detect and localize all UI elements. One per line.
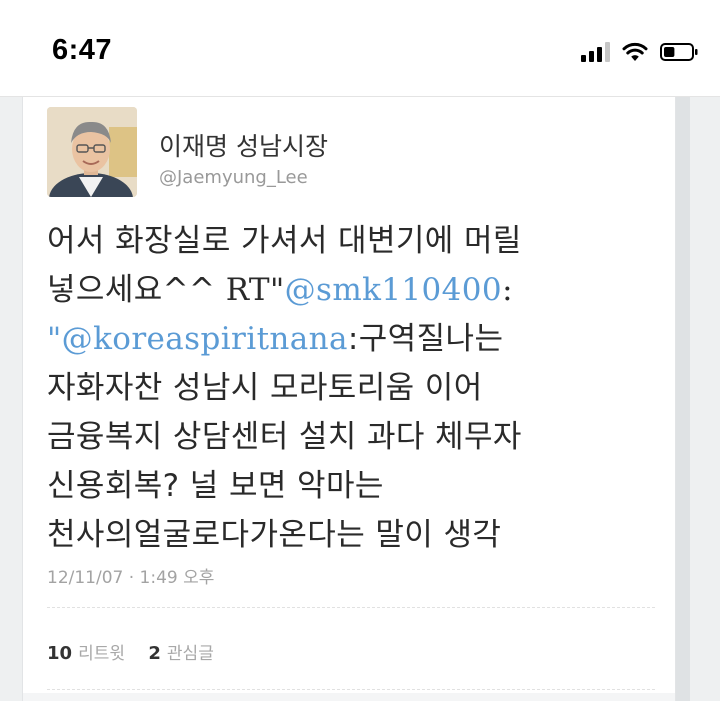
tweet-text-line: "@koreaspiritnana:구역질나는 xyxy=(47,315,667,364)
tweet-text-line: 어서 화장실로 가셔서 대변기에 머릴 xyxy=(47,223,522,259)
tweet-text-line: 자화자찬 성남시 모라토리움 이어 xyxy=(47,370,483,406)
favorite-label: 관심글 xyxy=(166,644,214,664)
battery-icon xyxy=(660,43,698,61)
tweet-card: 이재명 성남시장 @Jaemyung_Lee 어서 화장실로 가셔서 대변기에 … xyxy=(22,97,676,701)
tweet-stats: 10 리트윗 2 관심글 xyxy=(47,639,232,664)
status-time: 6:47 xyxy=(52,34,113,66)
tweet-page: 이재명 성남시장 @Jaemyung_Lee 어서 화장실로 가셔서 대변기에 … xyxy=(0,97,720,701)
tweet-text-fragment: 넣으세요^^ xyxy=(47,272,226,308)
tweet-text-line: 천사의얼굴로다가온다는 말이 생각 xyxy=(47,517,502,553)
retweet-stat[interactable]: 10 리트윗 xyxy=(47,643,125,664)
quote-mark: " xyxy=(47,321,62,357)
side-rail xyxy=(676,97,690,701)
tweet-text-line: 신용회복? 널 보면 악마는 xyxy=(47,468,384,504)
tweet-text-fragment: : xyxy=(502,272,513,308)
status-bar: 6:47 xyxy=(0,0,720,97)
divider xyxy=(47,607,655,608)
favorite-count: 2 xyxy=(148,643,161,664)
rt-marker: RT" xyxy=(225,272,285,308)
status-icons xyxy=(581,40,698,64)
display-name[interactable]: 이재명 성남시장 xyxy=(159,127,328,163)
divider xyxy=(47,689,655,690)
tweet-text-line: 넣으세요^^ RT"@smk110400: xyxy=(47,266,667,315)
cellular-signal-icon xyxy=(581,42,610,62)
avatar-photo-icon xyxy=(47,107,137,197)
avatar[interactable] xyxy=(47,107,137,197)
card-bottom-edge xyxy=(23,693,675,701)
mention-link[interactable]: @koreaspiritnana xyxy=(62,321,348,357)
tweet-text-line: 금융복지 상담센터 설치 과다 체무자 xyxy=(47,419,522,455)
tweet-text-fragment: :구역질나는 xyxy=(347,321,504,357)
mention-link[interactable]: @smk110400 xyxy=(285,272,502,308)
tweet-text: 어서 화장실로 가셔서 대변기에 머릴 넣으세요^^ RT"@smk110400… xyxy=(47,217,667,560)
retweet-label: 리트윗 xyxy=(78,644,125,664)
retweet-count: 10 xyxy=(47,643,73,664)
favorite-stat[interactable]: 2 관심글 xyxy=(148,643,214,664)
tweet-timestamp[interactable]: 12/11/07 · 1:49 오후 xyxy=(47,563,214,588)
username[interactable]: @Jaemyung_Lee xyxy=(159,167,308,188)
wifi-icon xyxy=(622,42,648,61)
